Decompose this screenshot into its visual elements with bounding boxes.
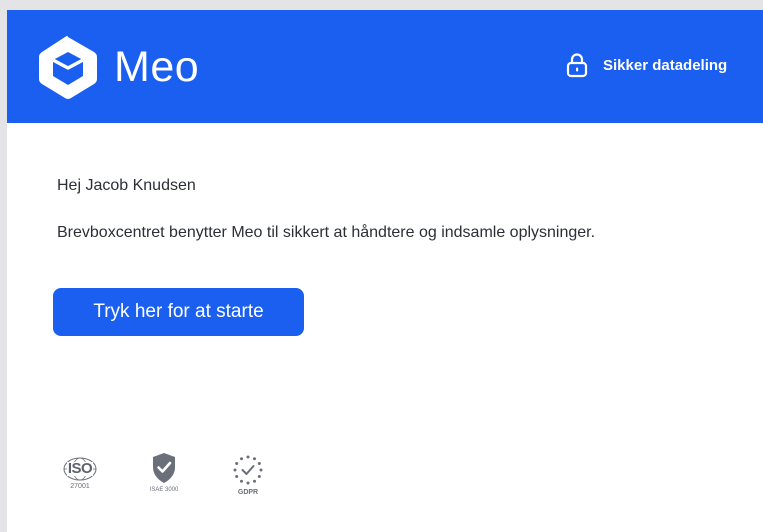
brand-name: Meo <box>114 43 200 91</box>
email-card: Meo Sikker datadeling Hej Jacob Knudsen … <box>7 10 763 532</box>
meo-logo-icon <box>39 36 97 99</box>
iso-subtitle: 27001 <box>70 483 90 490</box>
lock-icon <box>566 53 588 78</box>
gdpr-badge: GDPR <box>228 452 268 500</box>
secure-data-sharing: Sikker datadeling <box>566 52 727 78</box>
gdpr-title: GDPR <box>237 489 259 496</box>
iso-title: ISO <box>67 460 93 477</box>
iso-27001-badge: ISO 27001 <box>60 452 100 500</box>
isae-title: ISAE 3000 <box>149 487 179 493</box>
secure-label: Sikker datadeling <box>603 56 728 74</box>
intro-message: Brevboxcentret benytter Meo til sikkert … <box>57 224 596 241</box>
shield-check-icon <box>153 453 175 483</box>
header-bar: Meo Sikker datadeling <box>7 10 763 123</box>
greeting-text: Hej Jacob Knudsen <box>57 177 196 194</box>
eu-stars-check-icon <box>233 455 263 485</box>
isae-3000-badge: ISAE 3000 <box>144 452 184 500</box>
start-button[interactable]: Tryk her for at starte <box>53 288 304 336</box>
